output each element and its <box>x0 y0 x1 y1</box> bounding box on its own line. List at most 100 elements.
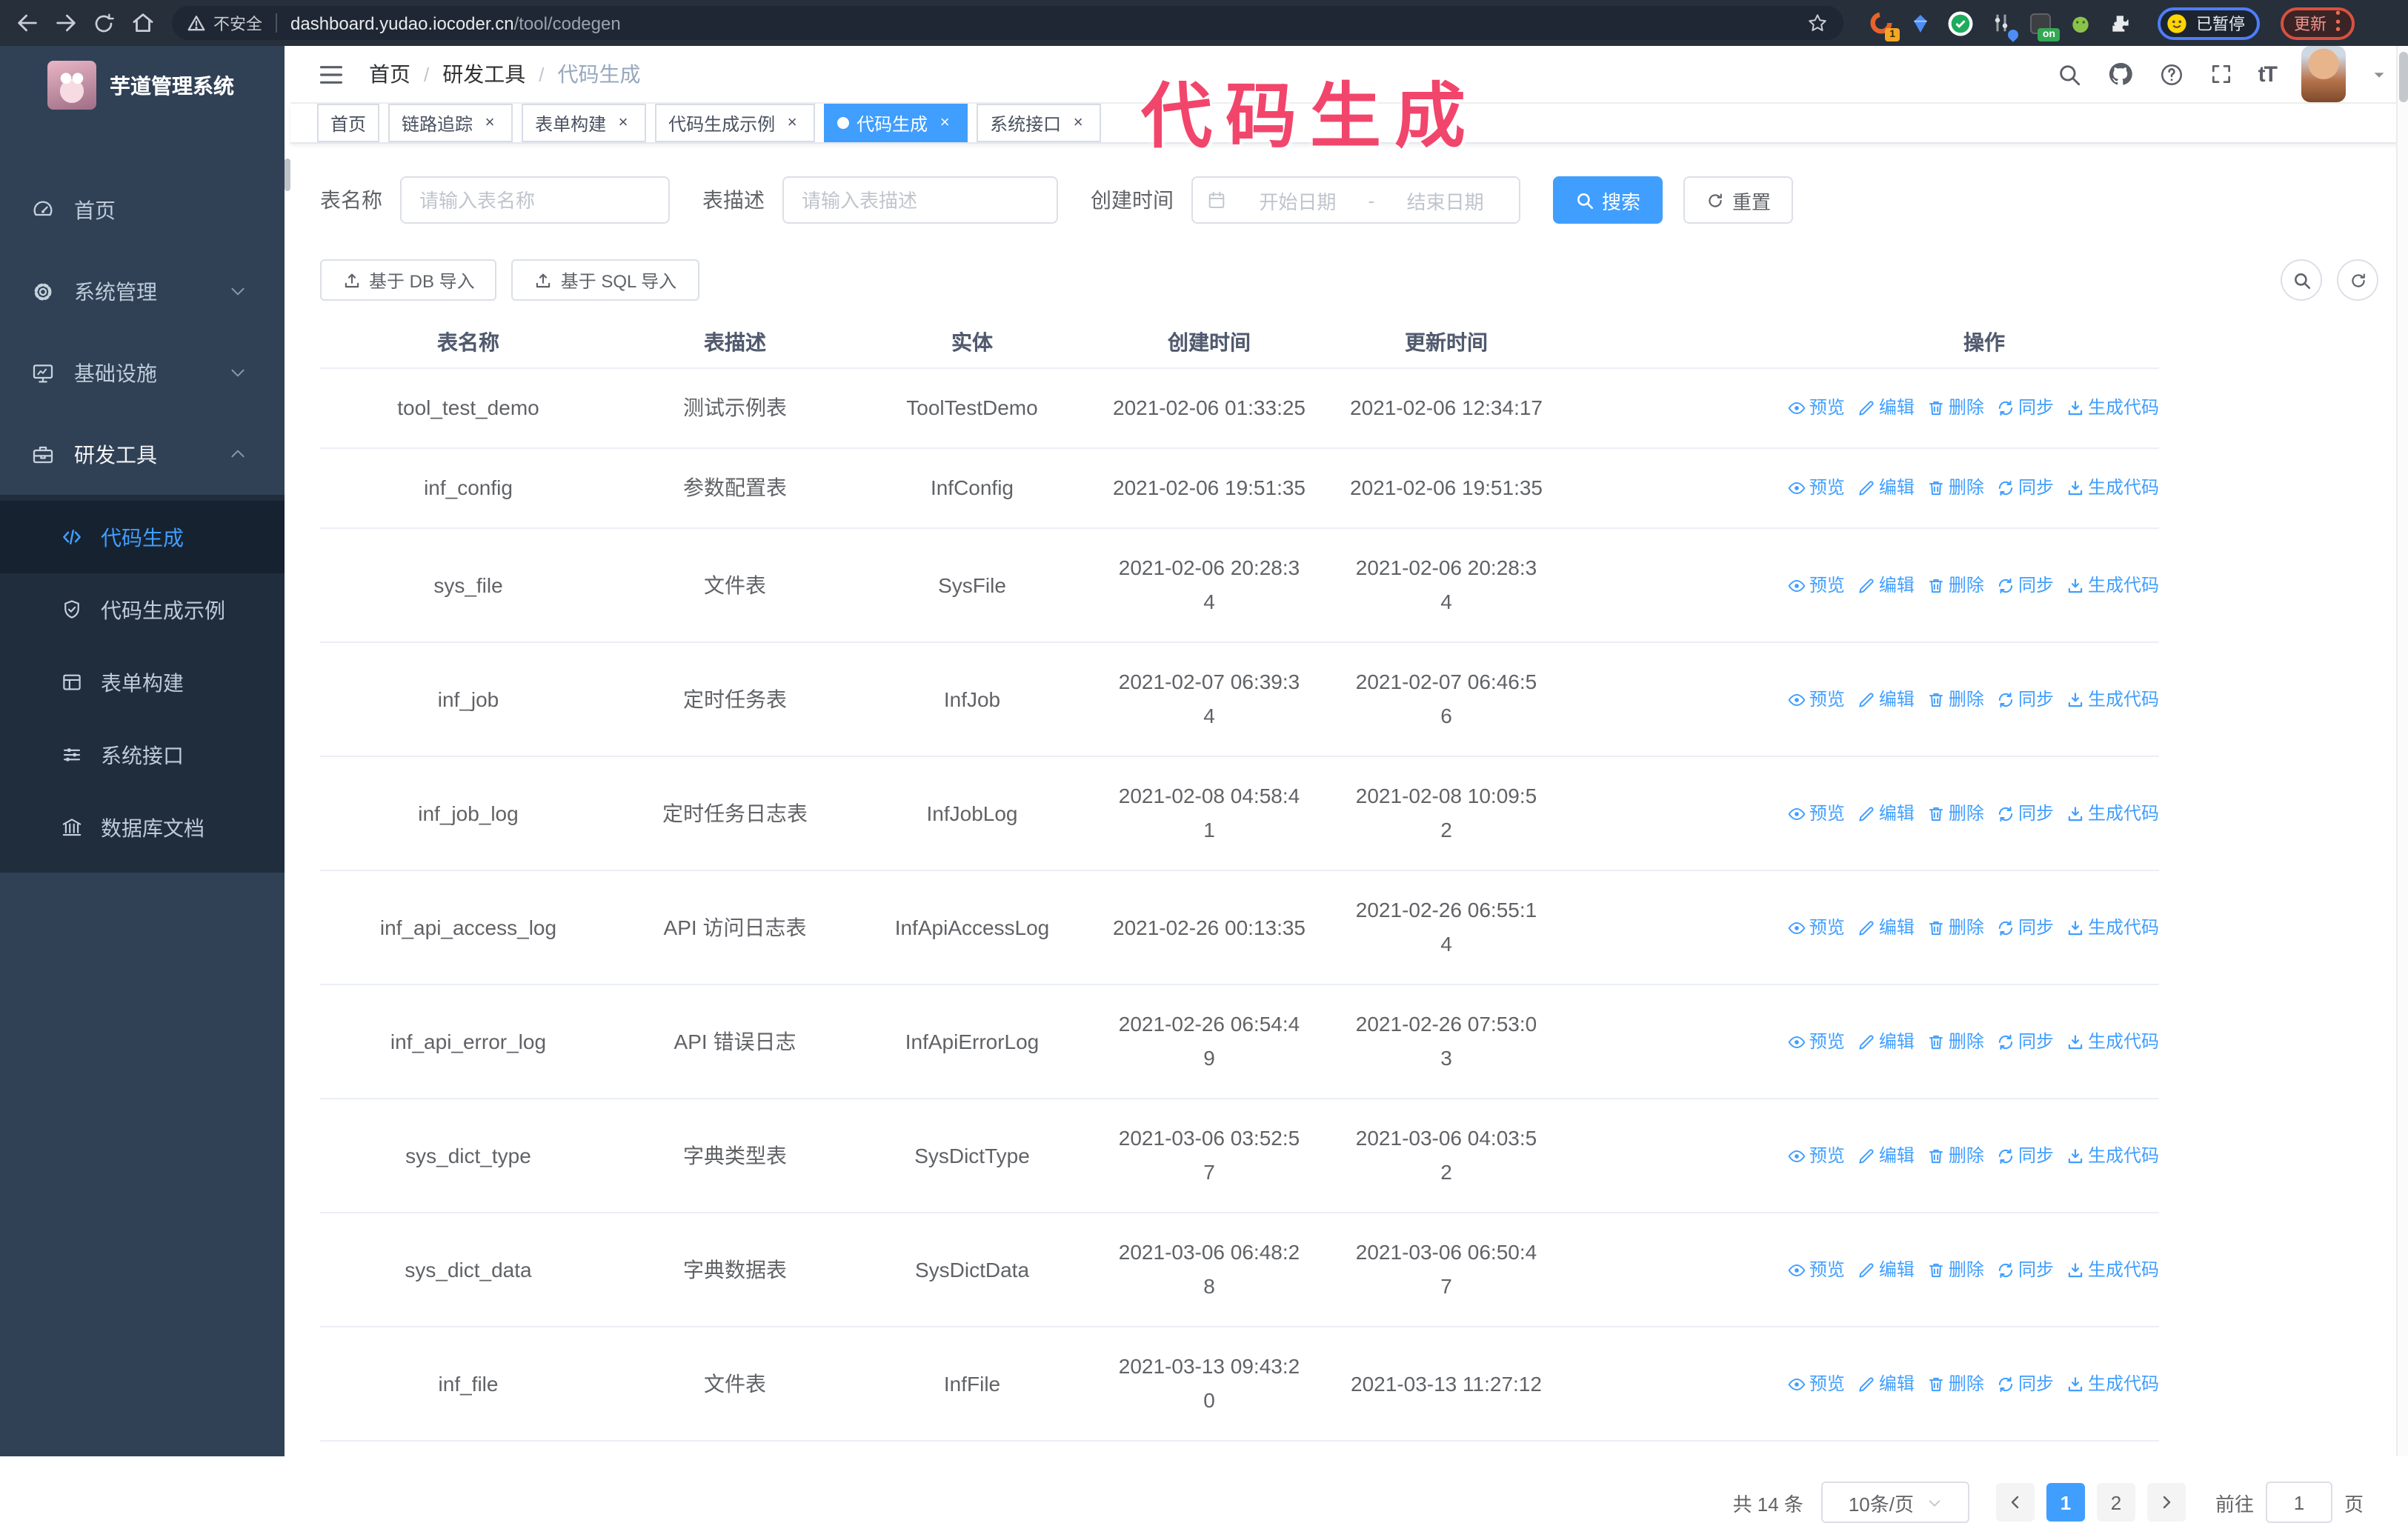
refresh-table-button[interactable] <box>2337 259 2378 301</box>
submenu-item-4[interactable]: 数据库文档 <box>0 791 290 864</box>
action-edit[interactable]: 编辑 <box>1857 682 1915 716</box>
breadcrumb-item[interactable]: 首页 <box>369 59 410 89</box>
action-edit[interactable]: 编辑 <box>1857 910 1915 944</box>
action-download[interactable]: 生成代码 <box>2066 1139 2159 1173</box>
action-sync[interactable]: 同步 <box>1996 568 2054 602</box>
action-eye[interactable]: 预览 <box>1787 568 1845 602</box>
action-edit[interactable]: 编辑 <box>1857 391 1915 425</box>
close-icon[interactable]: × <box>613 113 633 133</box>
back-icon[interactable] <box>12 8 41 38</box>
action-trash[interactable]: 删除 <box>1926 1253 1984 1287</box>
action-eye[interactable]: 预览 <box>1787 1024 1845 1059</box>
reload-icon[interactable] <box>89 8 119 38</box>
extension-sliders-icon[interactable] <box>1987 10 2020 41</box>
font-size-icon[interactable]: tT <box>2258 61 2278 87</box>
import-sql-button[interactable]: 基于 SQL 导入 <box>511 259 699 301</box>
action-trash[interactable]: 删除 <box>1926 796 1984 830</box>
action-edit[interactable]: 编辑 <box>1857 1024 1915 1059</box>
action-sync[interactable]: 同步 <box>1996 1139 2054 1173</box>
address-bar[interactable]: 不安全 dashboard.yudao.iocoder.cn/tool/code… <box>172 6 1843 40</box>
action-eye[interactable]: 预览 <box>1787 1367 1845 1401</box>
action-download[interactable]: 生成代码 <box>2066 391 2159 425</box>
close-icon[interactable]: × <box>935 113 954 133</box>
extension-gem-icon[interactable] <box>1907 10 1934 36</box>
sidebar-item-1[interactable]: 系统管理 <box>0 250 290 332</box>
fullscreen-icon[interactable] <box>2209 62 2233 86</box>
action-sync[interactable]: 同步 <box>1996 391 2054 425</box>
sidebar-item-3[interactable]: 研发工具 <box>0 413 290 495</box>
action-sync[interactable]: 同步 <box>1996 1367 2054 1401</box>
action-download[interactable]: 生成代码 <box>2066 1024 2159 1059</box>
action-download[interactable]: 生成代码 <box>2066 568 2159 602</box>
sidebar-item-2[interactable]: 基础设施 <box>0 332 290 413</box>
github-icon[interactable] <box>2107 61 2134 87</box>
close-icon[interactable]: × <box>782 113 802 133</box>
action-edit[interactable]: 编辑 <box>1857 796 1915 830</box>
submenu-item-1[interactable]: 代码生成示例 <box>0 573 290 646</box>
jump-page-input[interactable] <box>2265 1482 2332 1523</box>
search-icon[interactable] <box>2057 61 2082 87</box>
action-download[interactable]: 生成代码 <box>2066 1367 2159 1401</box>
action-eye[interactable]: 预览 <box>1787 1139 1845 1173</box>
action-sync[interactable]: 同步 <box>1996 910 2054 944</box>
action-eye[interactable]: 预览 <box>1787 471 1845 505</box>
recorder-paused-pill[interactable]: 已暂停 <box>2158 7 2260 39</box>
page-scrollbar[interactable] <box>2396 46 2408 1456</box>
extension-orange-ring-icon[interactable]: 1 <box>1867 10 1900 41</box>
close-icon[interactable]: × <box>480 113 499 133</box>
action-trash[interactable]: 删除 <box>1926 910 1984 944</box>
extensions-puzzle-icon[interactable] <box>2107 10 2134 36</box>
hamburger-icon[interactable] <box>317 60 345 88</box>
action-edit[interactable]: 编辑 <box>1857 1367 1915 1401</box>
action-download[interactable]: 生成代码 <box>2066 682 2159 716</box>
bookmark-star-icon[interactable] <box>1806 12 1829 34</box>
table-desc-input[interactable] <box>782 176 1058 224</box>
update-button[interactable]: 更新 • • • <box>2281 7 2355 39</box>
browser-menu-dots-icon[interactable]: • • • <box>2335 7 2341 38</box>
app-logo-row[interactable]: 芋道管理系统 <box>0 46 290 124</box>
table-name-input[interactable] <box>400 176 670 224</box>
security-chip[interactable]: 不安全 <box>187 11 262 35</box>
extension-frog-icon[interactable] <box>2067 10 2094 36</box>
reset-button[interactable]: 重置 <box>1683 176 1794 224</box>
date-range-picker[interactable]: 开始日期 - 结束日期 <box>1191 176 1520 224</box>
next-page-button[interactable] <box>2146 1483 2186 1522</box>
action-download[interactable]: 生成代码 <box>2066 1253 2159 1287</box>
tab-表单构建[interactable]: 表单构建 × <box>522 104 647 142</box>
action-sync[interactable]: 同步 <box>1996 1253 2054 1287</box>
sidebar-item-0[interactable]: 首页 <box>0 169 290 250</box>
submenu-item-3[interactable]: 系统接口 <box>0 719 290 791</box>
forward-icon[interactable] <box>50 8 80 38</box>
toggle-search-button[interactable] <box>2281 259 2322 301</box>
action-edit[interactable]: 编辑 <box>1857 471 1915 505</box>
action-eye[interactable]: 预览 <box>1787 910 1845 944</box>
action-trash[interactable]: 删除 <box>1926 1139 1984 1173</box>
tab-首页[interactable]: 首页 <box>317 104 380 142</box>
action-eye[interactable]: 预览 <box>1787 391 1845 425</box>
action-eye[interactable]: 预览 <box>1787 682 1845 716</box>
action-trash[interactable]: 删除 <box>1926 391 1984 425</box>
action-trash[interactable]: 删除 <box>1926 471 1984 505</box>
search-button[interactable]: 搜索 <box>1553 176 1663 224</box>
action-sync[interactable]: 同步 <box>1996 471 2054 505</box>
action-trash[interactable]: 删除 <box>1926 1024 1984 1059</box>
tab-代码生成示例[interactable]: 代码生成示例 × <box>655 104 816 142</box>
action-eye[interactable]: 预览 <box>1787 1253 1845 1287</box>
home-icon[interactable] <box>127 8 157 38</box>
tab-代码生成[interactable]: 代码生成 × <box>824 104 968 142</box>
action-trash[interactable]: 删除 <box>1926 1367 1984 1401</box>
avatar[interactable] <box>2301 46 2346 102</box>
action-eye[interactable]: 预览 <box>1787 796 1845 830</box>
extension-check-shield-icon[interactable] <box>1947 10 1974 36</box>
action-edit[interactable]: 编辑 <box>1857 1253 1915 1287</box>
extension-dark-icon[interactable]: on <box>2027 10 2060 41</box>
submenu-item-0[interactable]: 代码生成 <box>0 501 290 573</box>
action-sync[interactable]: 同步 <box>1996 682 2054 716</box>
help-icon[interactable] <box>2159 61 2184 87</box>
page-size-select[interactable]: 10条/页 <box>1820 1482 1969 1523</box>
action-download[interactable]: 生成代码 <box>2066 471 2159 505</box>
submenu-item-2[interactable]: 表单构建 <box>0 646 290 719</box>
action-edit[interactable]: 编辑 <box>1857 568 1915 602</box>
prev-page-button[interactable] <box>1995 1483 2035 1522</box>
sidebar-scrollbar[interactable] <box>285 46 290 1456</box>
